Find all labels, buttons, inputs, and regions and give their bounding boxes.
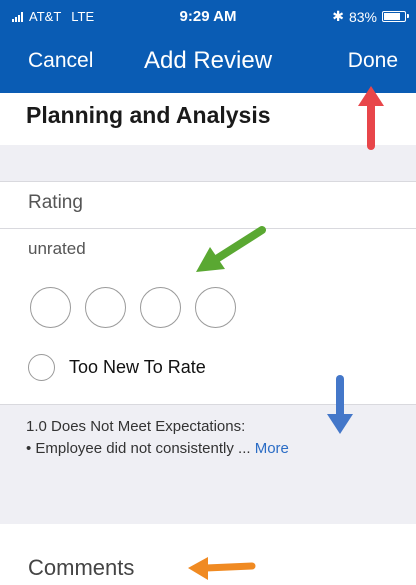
red-arrow-annotation: [358, 86, 384, 150]
blue-arrow-annotation: [327, 375, 353, 434]
green-arrow-annotation: [196, 226, 266, 272]
orange-arrow-annotation: [188, 557, 256, 580]
annotation-arrows: [188, 86, 384, 580]
